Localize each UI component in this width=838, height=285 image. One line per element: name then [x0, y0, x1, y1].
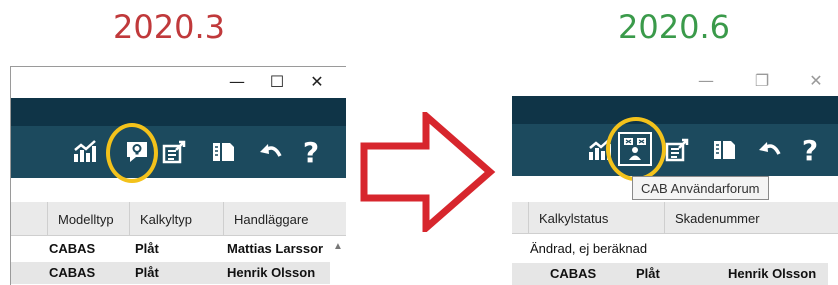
chart-icon[interactable]: [69, 136, 101, 168]
cell-handlaggare: Henrik Olsson: [728, 266, 817, 281]
edit-export-icon[interactable]: [159, 136, 191, 168]
cell-modelltyp: CABAS: [49, 241, 96, 256]
cell-modelltyp: CABAS: [550, 266, 597, 281]
toolbar: ?: [512, 124, 838, 176]
column-header-handlaggare[interactable]: Handläggare: [223, 202, 346, 236]
edit-export-icon[interactable]: [662, 134, 694, 166]
screenshot-new-version: — ❐ ✕ ? Kalkylstatus Skadenummer CAB Anv…: [512, 66, 838, 285]
table-row[interactable]: CABAS Plåt Henrik Olsson: [512, 263, 828, 285]
cell-status: Ändrad, ej beräknad: [530, 241, 648, 256]
highlight-circle: [606, 117, 666, 181]
tooltip: CAB Användarforum: [632, 176, 769, 200]
undo-arrow-icon[interactable]: [255, 136, 287, 168]
table-header: Modelltyp Kalkyltyp Handläggare: [11, 202, 346, 236]
cell-kalkyltyp: Plåt: [135, 265, 159, 280]
cell-kalkyltyp: Plåt: [636, 266, 660, 281]
minimize-button[interactable]: —: [686, 66, 726, 94]
help-icon[interactable]: ?: [794, 134, 826, 167]
cell-modelltyp: CABAS: [49, 265, 96, 280]
version-label-old: 2020.3: [113, 8, 225, 46]
screenshot-old-version: — ☐ ✕ ? Modelltyp Kalkyltyp Handläggare …: [10, 66, 346, 285]
table-row[interactable]: CABAS Plåt Henrik Olsson: [11, 262, 330, 284]
table-header: Kalkylstatus Skadenummer: [512, 202, 838, 234]
column-header-skadenummer[interactable]: Skadenummer: [664, 202, 838, 234]
status-row: Ändrad, ej beräknad: [512, 238, 838, 260]
help-icon[interactable]: ?: [295, 136, 327, 169]
book-icon[interactable]: [207, 136, 239, 168]
cell-handlaggare: Henrik Olsson: [227, 265, 316, 280]
book-icon[interactable]: [708, 134, 740, 166]
minimize-button[interactable]: —: [217, 67, 257, 95]
highlight-circle: [106, 123, 158, 183]
cell-handlaggare: Mattias Larssor: [227, 241, 324, 256]
window-titlebar: — ❐ ✕: [512, 66, 838, 96]
arrow-right-icon: [360, 112, 496, 232]
version-label-new: 2020.6: [618, 8, 730, 46]
scroll-up-icon[interactable]: ▲: [331, 239, 345, 255]
window-titlebar: — ☐ ✕: [11, 67, 346, 97]
column-header-kalkylstatus[interactable]: Kalkylstatus: [528, 202, 664, 234]
column-header-modelltyp[interactable]: Modelltyp: [47, 202, 129, 236]
maximize-button[interactable]: ☐: [257, 67, 297, 95]
toolbar: ?: [11, 126, 346, 178]
table-row[interactable]: CABAS Plåt Mattias Larssor: [11, 238, 346, 260]
toolbar-top-band: [512, 96, 838, 124]
column-header-kalkyltyp[interactable]: Kalkyltyp: [129, 202, 223, 236]
restore-button[interactable]: ❐: [742, 66, 782, 94]
toolbar-top-band: [11, 98, 346, 126]
undo-arrow-icon[interactable]: [754, 134, 786, 166]
close-button[interactable]: ✕: [297, 67, 337, 95]
cell-kalkyltyp: Plåt: [135, 241, 159, 256]
close-button[interactable]: ✕: [796, 66, 836, 94]
